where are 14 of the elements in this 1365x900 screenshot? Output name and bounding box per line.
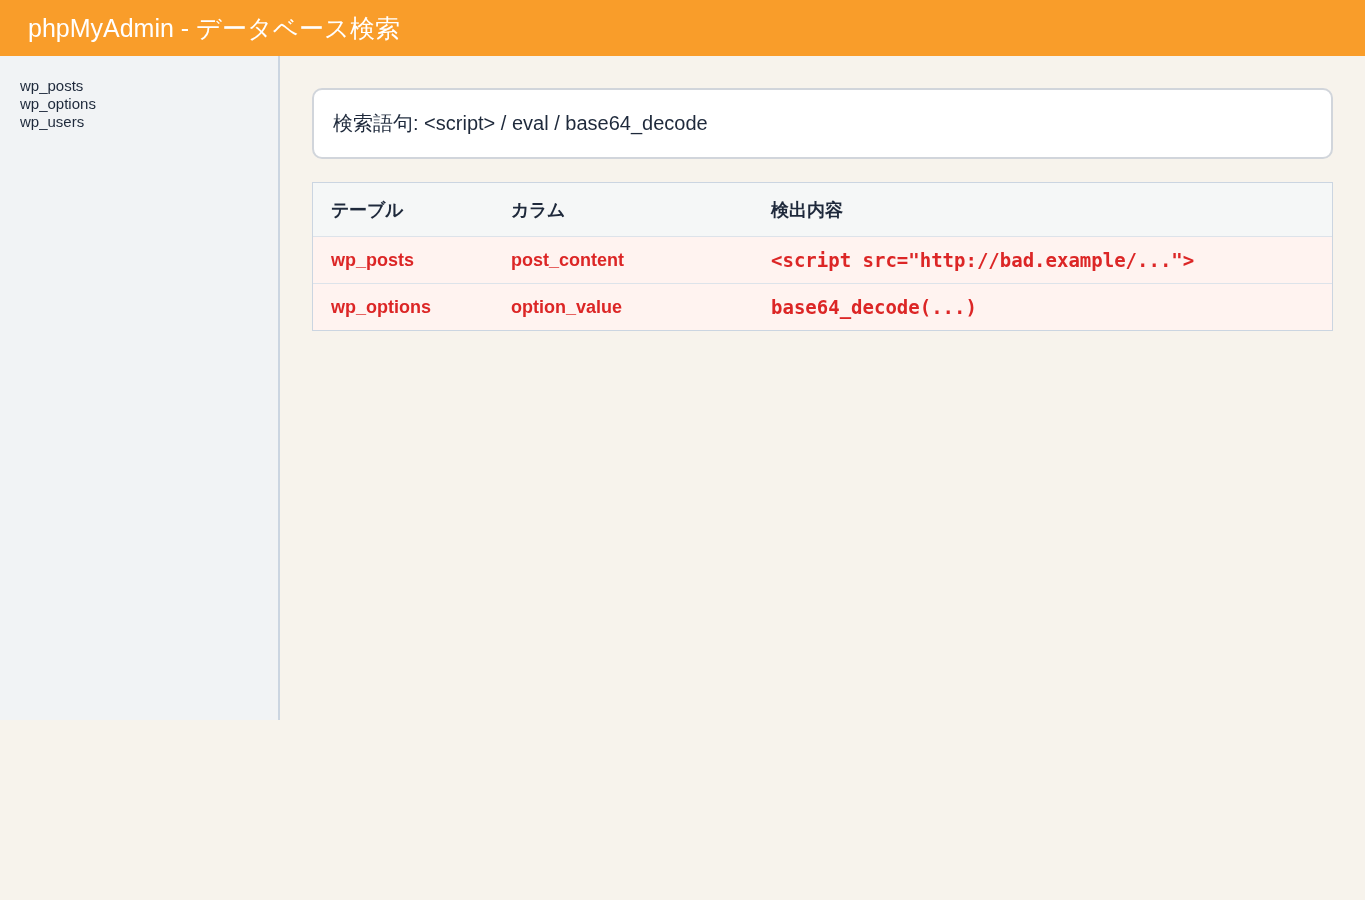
table-cell-text: wp_posts xyxy=(330,249,415,271)
search-terms-panel: 検索語句: <script> / eval / base64_decode xyxy=(312,88,1333,159)
table-cell-text: post_content xyxy=(510,249,625,271)
sidebar-link[interactable]: wp_posts xyxy=(20,77,84,95)
matched-code: base64_decode(...) xyxy=(770,296,977,318)
sidebar-link[interactable]: wp_users xyxy=(20,113,85,131)
column-header: 検出内容 xyxy=(769,198,843,222)
column-header: カラム xyxy=(510,198,566,222)
page-title: phpMyAdmin - データベース検索 xyxy=(28,13,401,43)
column-header: テーブル xyxy=(330,198,405,222)
table-cell-text: option_value xyxy=(510,296,623,318)
sidebar-link[interactable]: wp_options xyxy=(20,95,96,113)
table-cell-text: wp_options xyxy=(330,296,432,318)
matched-code: <script src="http://bad.example/..."> xyxy=(770,249,1195,271)
